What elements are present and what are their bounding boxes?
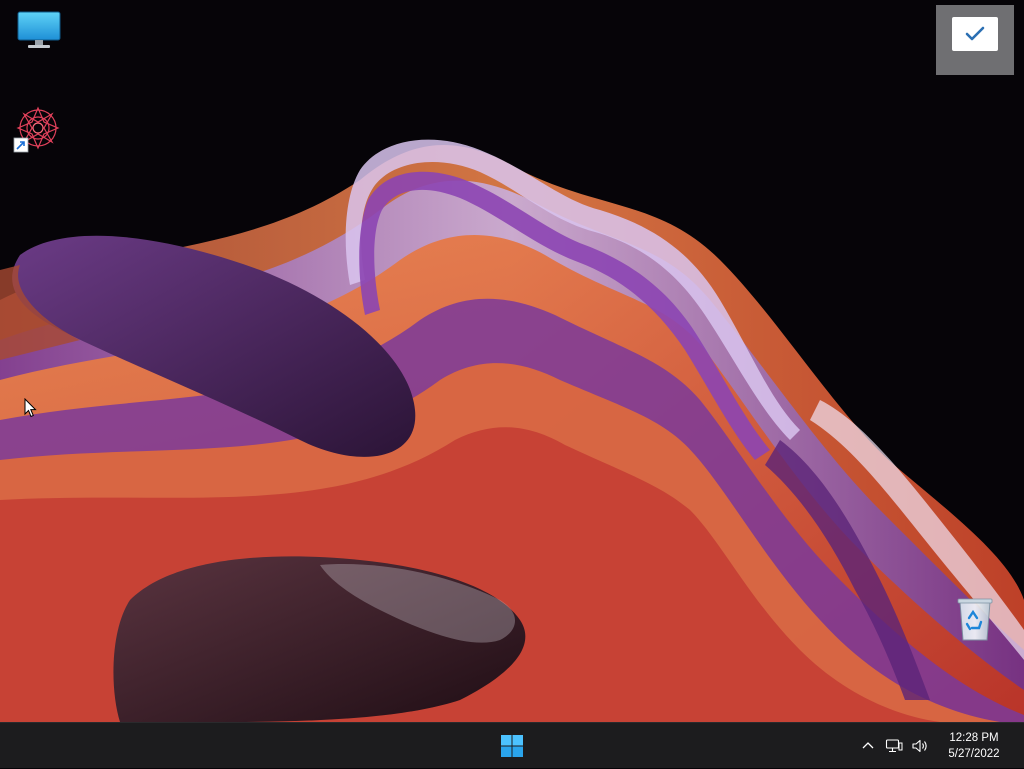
windows-logo-icon (501, 735, 523, 757)
checkmark-icon (965, 26, 985, 41)
desktop-icon-app-shortcut[interactable] (12, 104, 62, 154)
start-button[interactable] (495, 730, 529, 762)
show-hidden-icons-button[interactable] (856, 734, 880, 758)
show-desktop-button[interactable] (1018, 723, 1024, 769)
network-button[interactable] (882, 734, 906, 758)
volume-icon (912, 739, 927, 753)
desktop[interactable] (0, 0, 1024, 722)
wallpaper (0, 139, 1024, 722)
mandala-shortcut-icon (13, 106, 60, 153)
mouse-cursor-icon (24, 398, 37, 418)
network-icon (885, 739, 903, 753)
notification-card[interactable] (952, 17, 998, 51)
desktop-icon-this-pc[interactable] (14, 8, 64, 58)
taskbar-clock[interactable]: 12:28 PM 5/27/2022 (940, 723, 1008, 769)
recycle-bin-icon (957, 598, 993, 641)
clock-time: 12:28 PM (949, 732, 999, 744)
monitor-icon (17, 11, 61, 48)
volume-button[interactable] (908, 734, 932, 758)
clock-date: 5/27/2022 (948, 748, 1000, 760)
taskbar: 12:28 PM 5/27/2022 (0, 722, 1024, 768)
chevron-up-icon (862, 742, 874, 749)
system-tray: 12:28 PM 5/27/2022 (856, 723, 1024, 769)
notification-popup[interactable] (936, 5, 1014, 75)
desktop-icon-recycle-bin[interactable] (952, 596, 1002, 646)
